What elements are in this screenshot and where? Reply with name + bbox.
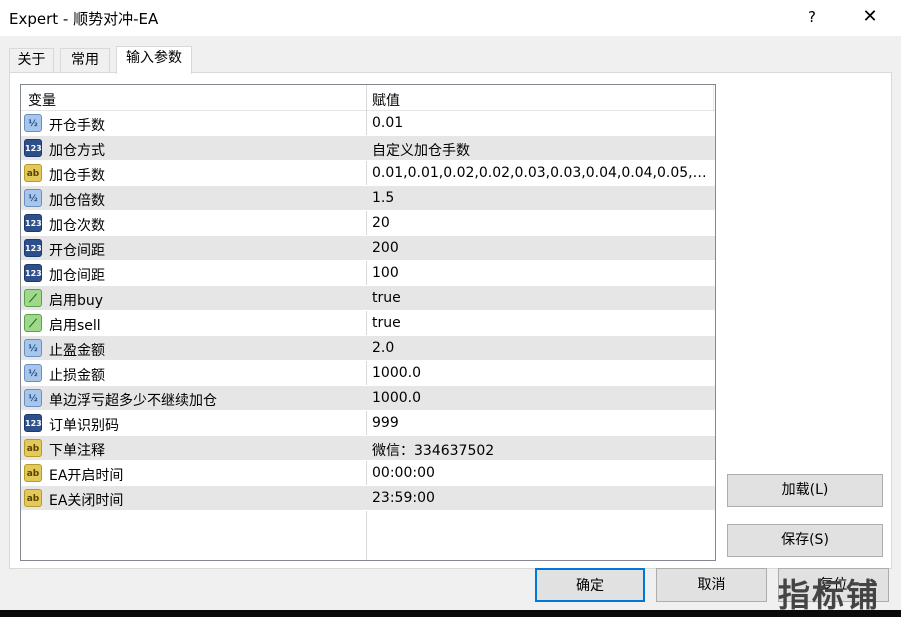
variable-value[interactable]: 2.0	[372, 340, 710, 356]
variable-name: 启用buy	[49, 293, 104, 309]
variable-value[interactable]: 1000.0	[372, 390, 710, 406]
load-button[interactable]: 加载(L)	[727, 474, 883, 507]
table-row[interactable]: 123 加仓次数 20	[21, 211, 715, 236]
variable-value[interactable]: 00:00:00	[372, 465, 710, 481]
string-icon: ab	[24, 464, 42, 482]
table-row[interactable]: 123 开仓间距 200	[21, 236, 715, 261]
title-bar: Expert - 顺势对冲-EA ? ✕	[0, 0, 901, 36]
table-row[interactable]: ½ 止损金额 1000.0	[21, 361, 715, 386]
table-row[interactable]: ½ 加仓倍数 1.5	[21, 186, 715, 211]
tab-about[interactable]: 关于	[9, 48, 54, 73]
column-header-variable[interactable]: 变量	[28, 90, 56, 110]
variable-name: 加仓手数	[49, 168, 105, 184]
table-row[interactable]: ab EA关闭时间 23:59:00	[21, 486, 715, 511]
table-row[interactable]: ab 加仓手数 0.01,0.01,0.02,0.02,0.03,0.03,0.04…	[21, 161, 715, 186]
header-divider	[713, 85, 714, 111]
variable-value[interactable]: 1000.0	[372, 365, 710, 381]
variable-name: 订单识别码	[49, 418, 119, 434]
variable-value[interactable]: 20	[372, 215, 710, 231]
table-row[interactable]: ½ 单边浮亏超多少不继续加仓 1000.0	[21, 386, 715, 411]
integer-icon: 123	[24, 264, 42, 282]
string-icon: ab	[24, 489, 42, 507]
table-body: ½ 开仓手数 0.01 123 加仓方式 自定义加仓手数 ab 加仓手数 0.01,0.01,0…	[21, 111, 715, 511]
variable-name: 止盈金额	[49, 343, 105, 359]
variable-value[interactable]: 200	[372, 240, 710, 256]
variable-name: 开仓手数	[49, 118, 105, 134]
variable-name: 启用sell	[49, 318, 101, 334]
table-row[interactable]: ab EA开启时间 00:00:00	[21, 461, 715, 486]
window-title: Expert - 顺势对冲-EA	[9, 10, 159, 28]
variable-value[interactable]: 微信：334637502	[372, 440, 710, 460]
table-row[interactable]: ⟋ 启用sell true	[21, 311, 715, 336]
table-row[interactable]: ½ 止盈金额 2.0	[21, 336, 715, 361]
variable-value[interactable]: true	[372, 315, 710, 331]
variable-name: 加仓间距	[49, 268, 105, 284]
variable-value[interactable]: 自定义加仓手数	[372, 140, 710, 160]
table-header: 变量 赋值	[21, 85, 715, 111]
double-icon: ½	[24, 364, 42, 382]
variable-value[interactable]: 0.01,0.01,0.02,0.02,0.03,0.03,0.04,0.04,…	[372, 165, 710, 181]
table-row[interactable]: 123 加仓间距 100	[21, 261, 715, 286]
variable-value[interactable]: 23:59:00	[372, 490, 710, 506]
table-row[interactable]: 123 订单识别码 999	[21, 411, 715, 436]
variable-value[interactable]: 999	[372, 415, 710, 431]
help-icon[interactable]: ?	[800, 4, 824, 30]
save-button[interactable]: 保存(S)	[727, 524, 883, 557]
column-header-value[interactable]: 赋值	[372, 90, 400, 110]
double-icon: ½	[24, 339, 42, 357]
double-icon: ½	[24, 189, 42, 207]
boolean-icon: ⟋	[24, 314, 42, 332]
double-icon: ½	[24, 114, 42, 132]
variable-name: 加仓倍数	[49, 193, 105, 209]
variable-value[interactable]: true	[372, 290, 710, 306]
integer-icon: 123	[24, 414, 42, 432]
integer-icon: 123	[24, 239, 42, 257]
table-row[interactable]: 123 加仓方式 自定义加仓手数	[21, 136, 715, 161]
variable-name: EA关闭时间	[49, 493, 124, 509]
variable-name: 加仓方式	[49, 143, 105, 159]
integer-icon: 123	[24, 214, 42, 232]
table-row[interactable]: ab 下单注释 微信：334637502	[21, 436, 715, 461]
variable-name: 止损金额	[49, 368, 105, 384]
cancel-button[interactable]: 取消	[656, 568, 767, 602]
tab-common[interactable]: 常用	[60, 48, 110, 73]
tab-inputs[interactable]: 输入参数	[116, 46, 192, 74]
variable-name: EA开启时间	[49, 468, 124, 484]
ok-button[interactable]: 确定	[535, 568, 645, 602]
string-icon: ab	[24, 164, 42, 182]
chart-strip	[0, 610, 901, 617]
inputs-table: 变量 赋值 ½ 开仓手数 0.01 123 加仓方式 自定义加仓手数 ab 加仓手数 0.01,…	[20, 84, 716, 561]
table-row[interactable]: ½ 开仓手数 0.01	[21, 111, 715, 136]
variable-name: 开仓间距	[49, 243, 105, 259]
variable-name: 加仓次数	[49, 218, 105, 234]
close-icon[interactable]: ✕	[856, 4, 884, 30]
string-icon: ab	[24, 439, 42, 457]
variable-name: 单边浮亏超多少不继续加仓	[49, 393, 217, 409]
table-row[interactable]: ⟋ 启用buy true	[21, 286, 715, 311]
variable-value[interactable]: 100	[372, 265, 710, 281]
integer-icon: 123	[24, 139, 42, 157]
double-icon: ½	[24, 389, 42, 407]
watermark-logo: 指标铺	[778, 576, 881, 614]
boolean-icon: ⟋	[24, 289, 42, 307]
variable-value[interactable]: 0.01	[372, 115, 710, 131]
variable-name: 下单注释	[49, 443, 105, 459]
variable-value[interactable]: 1.5	[372, 190, 710, 206]
